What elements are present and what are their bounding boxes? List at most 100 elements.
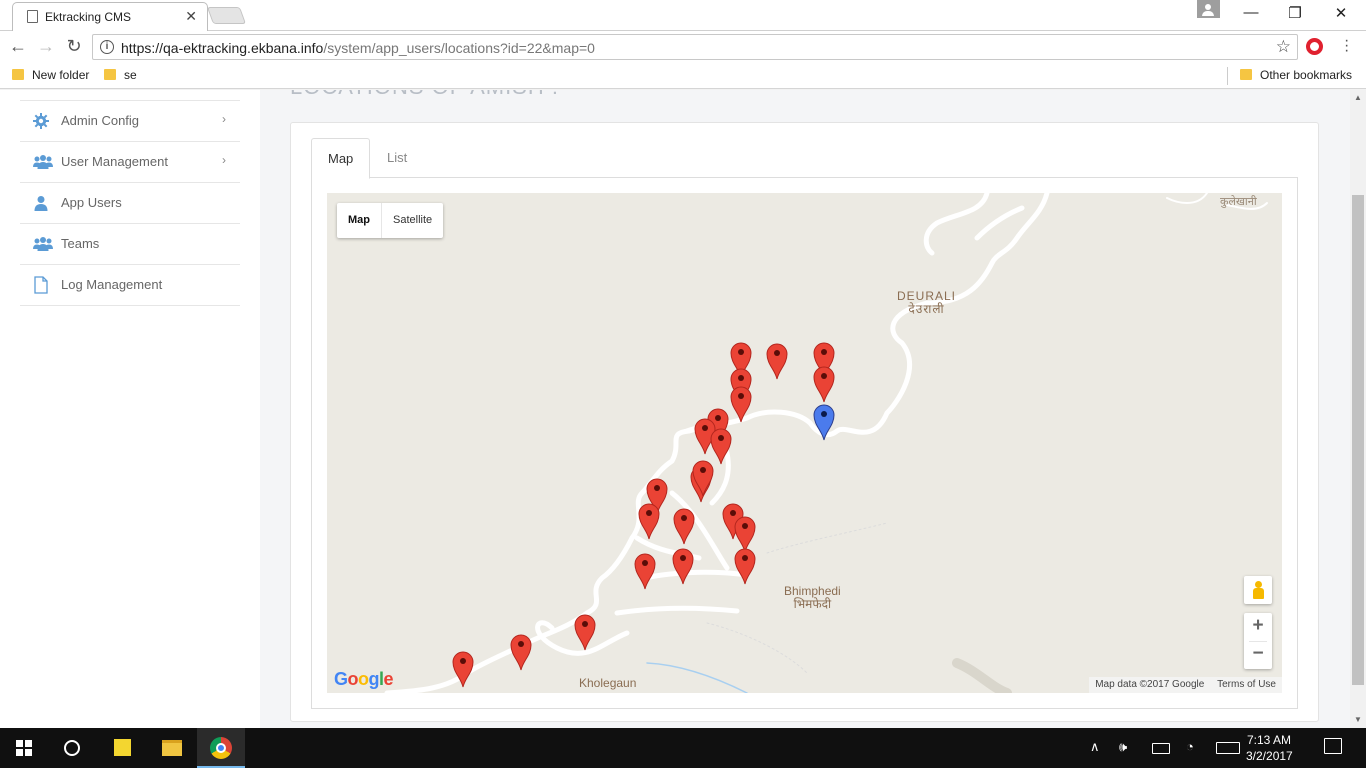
page-icon [27,10,38,23]
location-marker-icon[interactable] [510,633,532,671]
forward-icon[interactable]: → [34,36,58,57]
map-type-map-button[interactable]: Map [337,203,382,238]
profile-icon[interactable] [1197,0,1220,18]
location-marker-icon[interactable] [734,547,756,585]
divider [1227,67,1228,85]
location-marker-icon[interactable] [766,342,788,380]
users-icon [33,155,53,169]
info-icon[interactable]: i [100,40,114,54]
sidebar-item-label: Teams [61,236,100,251]
wifi-icon[interactable]: ◔ [1186,739,1194,754]
bookmark-star-icon[interactable]: ☆ [1276,37,1291,57]
taskbar: ∧ 🕪 ◔ 7:13 AM 3/2/2017 [0,728,1366,768]
page-title: LOCATIONS OF AMISH : [290,90,559,100]
bookmarks-bar: New folder se Other bookmarks [0,63,1366,89]
menu-icon[interactable]: · · · [1344,33,1349,59]
scroll-up-icon[interactable]: ▲ [1354,93,1362,102]
location-marker-icon[interactable] [452,650,474,688]
street-view-pegman-icon[interactable] [1244,576,1272,604]
map-panel: Map Satellite DEURALI देउराली Bhimphedi भि… [311,178,1298,709]
sidebar-item-label: User Management [61,154,168,169]
cortana-search-icon[interactable] [64,740,80,756]
sidebar-item-teams[interactable]: Teams [20,224,240,265]
location-marker-icon[interactable] [634,552,656,590]
document-icon [34,276,48,294]
zoom-control: + − [1244,613,1272,669]
gear-icon [33,113,49,129]
map-type-control: Map Satellite [337,203,444,238]
place-label-kulekhani: कुलेखानी [1220,196,1257,208]
zoom-out-button[interactable]: − [1244,641,1272,669]
map-attribution: Map data ©2017 Google Terms of Use [1089,677,1282,693]
terms-of-use-link[interactable]: Terms of Use [1217,679,1276,690]
map-type-satellite-button[interactable]: Satellite [382,203,443,238]
view-tabs: Map List [311,138,1298,179]
locations-card: Map List Map Satellite DEURALI देउराली B… [290,122,1319,722]
tab-title: Ektracking CMS [45,10,132,24]
browser-tab[interactable]: Ektracking CMS ✕ [12,2,208,31]
battery-icon[interactable] [1152,743,1170,754]
other-bookmarks[interactable]: Other bookmarks [1240,68,1352,82]
minimize-button[interactable]: — [1228,4,1274,21]
chevron-right-icon: › [222,153,226,167]
new-tab-button[interactable] [206,7,247,24]
location-marker-icon[interactable] [730,385,752,423]
bookmark-folder[interactable]: se [104,68,137,82]
chevron-right-icon: › [222,112,226,126]
sticky-notes-icon[interactable] [114,739,131,756]
zoom-in-button[interactable]: + [1244,613,1272,641]
file-explorer-icon[interactable] [162,740,182,756]
google-logo: Google [334,669,394,689]
back-icon[interactable]: ← [6,36,30,57]
sidebar-item-admin-config[interactable]: Admin Config › [20,101,240,142]
current-location-marker-icon[interactable] [813,403,835,441]
google-map[interactable]: Map Satellite DEURALI देउराली Bhimphedi भि… [327,193,1282,693]
browser-tab-strip: Ektracking CMS ✕ — ❐ ✕ [0,0,1366,31]
bookmark-folder[interactable]: New folder [12,68,89,82]
reload-icon[interactable]: ↻ [62,36,86,57]
sidebar-menu: Admin Config › User Management › App Use… [20,100,240,306]
users-icon [33,237,53,251]
notifications-icon[interactable] [1324,738,1342,754]
user-icon [34,196,48,211]
sidebar-item-label: Admin Config [61,113,140,128]
chrome-icon [210,737,232,759]
keyboard-icon[interactable] [1216,742,1240,754]
url-text: https://qa-ektracking.ekbana.info/system… [121,40,595,56]
scroll-down-icon[interactable]: ▼ [1354,715,1362,724]
tray-chevron-icon[interactable]: ∧ [1090,739,1100,755]
map-roads [384,193,1268,693]
folder-icon [104,69,116,80]
windows-start-icon[interactable] [16,740,32,756]
location-marker-icon[interactable] [574,613,596,651]
map-data-text: Map data ©2017 Google [1095,679,1205,690]
folder-icon [1240,69,1252,80]
volume-icon[interactable]: 🕪 [1119,739,1127,755]
place-label-bhimphedi: Bhimphedi भिमफेदी [784,584,841,611]
scrollbar-thumb[interactable] [1352,195,1364,685]
page-scrollbar[interactable]: ▲ ▼ [1350,90,1366,728]
taskbar-clock[interactable]: 7:13 AM 3/2/2017 [1246,732,1293,764]
location-marker-icon[interactable] [813,365,835,403]
sidebar-item-log-management[interactable]: Log Management [20,265,240,306]
close-window-button[interactable]: ✕ [1318,4,1364,22]
sidebar-item-app-users[interactable]: App Users [20,183,240,224]
tab-list[interactable]: List [371,138,423,178]
address-bar[interactable]: i https://qa-ektracking.ekbana.info/syst… [92,34,1298,60]
sidebar-item-label: App Users [61,195,122,210]
sidebar: Admin Config › User Management › App Use… [0,90,260,728]
sidebar-item-user-management[interactable]: User Management › [20,142,240,183]
tab-close-icon[interactable]: ✕ [185,8,197,25]
place-label-kholegaun: Kholegaun [579,676,637,690]
browser-toolbar: ← → ↻ i https://qa-ektracking.ekbana.inf… [0,31,1366,63]
folder-icon [12,69,24,80]
tab-map[interactable]: Map [311,138,371,179]
page-content: Admin Config › User Management › App Use… [0,90,1350,728]
sidebar-item-label: Log Management [61,277,163,292]
location-marker-icon[interactable] [692,459,714,497]
location-marker-icon[interactable] [638,502,660,540]
location-marker-icon[interactable] [673,507,695,545]
opera-extension-icon[interactable] [1306,38,1323,55]
location-marker-icon[interactable] [672,547,694,585]
maximize-button[interactable]: ❐ [1272,4,1318,22]
